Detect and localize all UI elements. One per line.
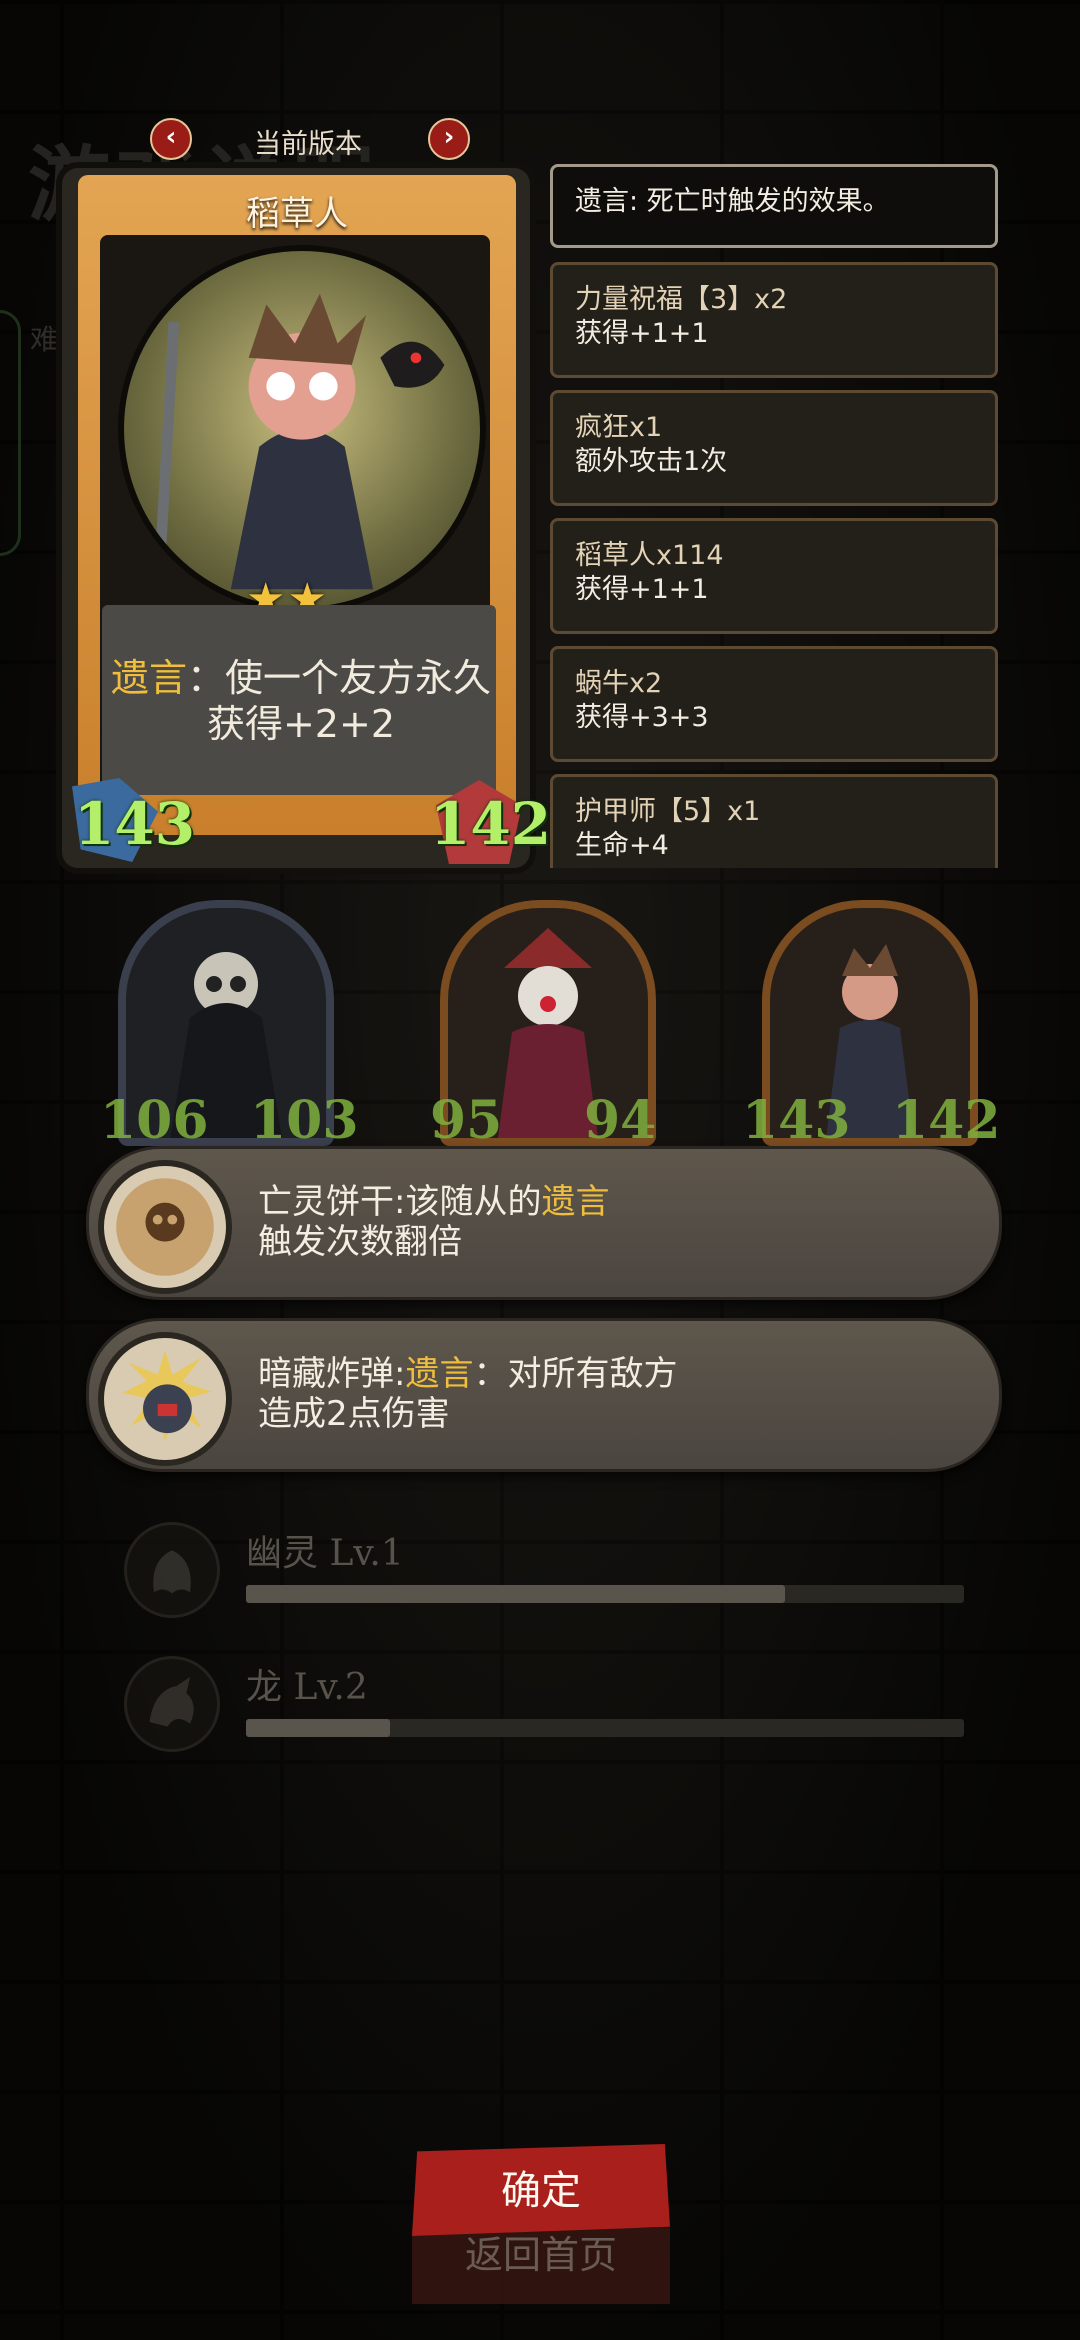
effect-item: 护甲师【5】x1 生命+4	[550, 774, 998, 868]
scarecrow-portrait-icon	[154, 293, 445, 590]
version-prev-button[interactable]: ‹	[150, 118, 192, 160]
effects-list[interactable]: 遗言: 死亡时触发的效果。 力量祝福【3】x2 获得+1+1 疯狂x1 额外攻击…	[548, 162, 1004, 868]
tribe-dragon-progress	[246, 1719, 964, 1737]
effect-item-title: 疯狂x1	[575, 412, 663, 443]
effects-header-text: 遗言: 死亡时触发的效果。	[575, 186, 890, 217]
card-attack: 143	[74, 790, 196, 858]
relic-1-text: 亡灵饼干:该随从的遗言 触发次数翻倍	[258, 1182, 609, 1262]
minion-3-attack: 143	[742, 1090, 851, 1151]
effect-item-desc: 额外攻击1次	[575, 446, 728, 477]
effect-item: 力量祝福【3】x2 获得+1+1	[550, 262, 998, 378]
effect-item: 稻草人x114 获得+1+1	[550, 518, 998, 634]
minion-1-health: 103	[250, 1090, 359, 1151]
effect-item-desc: 获得+3+3	[575, 702, 709, 733]
card-keyword: 遗言	[110, 656, 187, 700]
chevron-left-icon: ‹	[165, 122, 177, 152]
tribe-dragon-label: 龙 Lv.2	[246, 1667, 368, 1708]
card-desc-line2: 获得+2+2	[206, 702, 396, 746]
effects-header: 遗言: 死亡时触发的效果。	[550, 164, 998, 248]
relic-2-line2: 造成2点伤害	[258, 1394, 450, 1434]
relic-2-keyword: 遗言	[405, 1354, 474, 1394]
tribe-ghost-label: 幽灵 Lv.1	[246, 1533, 404, 1574]
card-description: 遗言：使一个友方永久 获得+2+2	[106, 655, 496, 747]
effect-item: 疯狂x1 额外攻击1次	[550, 390, 998, 506]
ghost-icon	[124, 1522, 220, 1618]
effect-item-desc: 获得+1+1	[575, 574, 709, 605]
version-next-button[interactable]: ›	[428, 118, 470, 160]
tribe-ghost-progress-fill	[246, 1585, 785, 1603]
effect-item-desc: 生命+4	[575, 830, 669, 861]
confirm-button[interactable]: 确定	[412, 2158, 670, 2216]
relic-1-line1: 亡灵饼干:该随从的	[258, 1182, 542, 1222]
minion-2-attack: 95	[430, 1090, 503, 1151]
version-label: 当前版本	[254, 129, 362, 160]
relic-2-line1: 暗藏炸弹:	[258, 1354, 406, 1394]
effect-item-title: 蜗牛x2	[575, 668, 663, 699]
effect-item-title: 稻草人x114	[575, 540, 724, 571]
effect-item: 蜗牛x2 获得+3+3	[550, 646, 998, 762]
effect-item-desc: 获得+1+1	[575, 318, 709, 349]
effect-item-title: 力量祝福【3】x2	[575, 284, 788, 315]
card-health: 142	[430, 790, 552, 858]
dragon-icon	[124, 1656, 220, 1752]
tribe-dragon-progress-fill	[246, 1719, 390, 1737]
chevron-right-icon: ›	[443, 122, 455, 152]
relic-2-text: 暗藏炸弹:遗言：对所有敌方 造成2点伤害	[258, 1354, 677, 1434]
minion-3-health: 142	[892, 1090, 1001, 1151]
relic-1-keyword: 遗言	[541, 1182, 610, 1222]
bomb-icon	[98, 1332, 232, 1466]
effect-item-title: 护甲师【5】x1	[575, 796, 761, 827]
minion-1-attack: 106	[100, 1090, 209, 1151]
relic-2-line1-tail: ：对所有敌方	[473, 1354, 678, 1394]
card-desc-line1: ：使一个友方永久	[187, 656, 492, 700]
card-portrait	[118, 245, 486, 613]
tribe-ghost-progress	[246, 1585, 964, 1603]
relic-1-line2: 触发次数翻倍	[258, 1222, 462, 1262]
skull-cookie-icon	[98, 1160, 232, 1294]
card-name: 稻草人	[246, 194, 348, 234]
minion-2-health: 94	[584, 1090, 657, 1151]
